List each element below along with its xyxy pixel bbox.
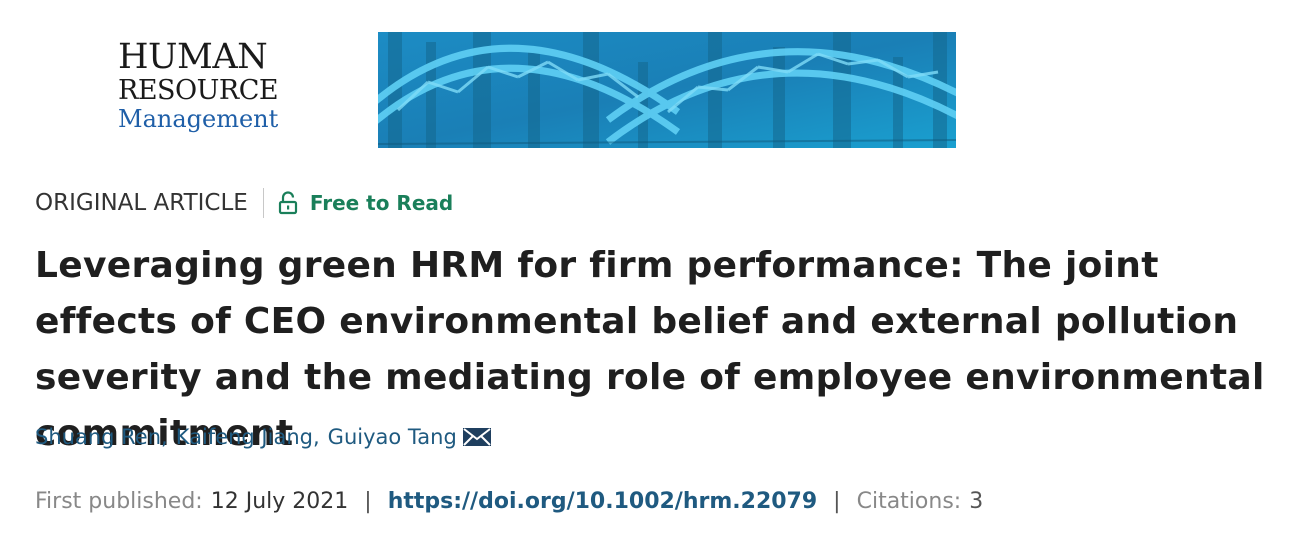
info-divider: | <box>833 489 841 514</box>
free-access-label: Free to Read <box>309 191 454 215</box>
citations-label: Citations: <box>856 489 962 514</box>
first-published-label: First published: <box>35 489 203 514</box>
author-separator: , <box>161 425 168 449</box>
doi-link[interactable]: https://doi.org/10.1002/hrm.22079 <box>388 489 817 514</box>
author-link[interactable]: Shuang Ren <box>35 425 161 449</box>
meta-divider <box>262 188 264 218</box>
journal-logo[interactable]: HUMAN RESOURCE Management <box>118 37 308 133</box>
author-list: Shuang Ren, Kaifeng Jiang, Guiyao Tang <box>35 425 492 449</box>
author-link[interactable]: Kaifeng Jiang <box>176 425 313 449</box>
publication-info-row: First published: 12 July 2021 | https://… <box>35 489 983 514</box>
author-separator: , <box>312 425 320 449</box>
lock-open-icon <box>278 191 298 215</box>
journal-logo-line-management: Management <box>118 105 279 133</box>
article-meta-row: ORIGINAL ARTICLE Free to Read <box>35 186 453 220</box>
journal-cover-banner <box>378 32 956 148</box>
free-access-badge: Free to Read <box>278 191 453 215</box>
author-link[interactable]: Guiyao Tang <box>328 425 457 449</box>
envelope-icon[interactable] <box>462 426 492 448</box>
first-published-date: 12 July 2021 <box>210 489 349 514</box>
journal-logo-line-resource: RESOURCE <box>118 75 279 106</box>
info-divider: | <box>364 489 372 514</box>
bridge-banner-image <box>378 32 956 148</box>
article-type-label: ORIGINAL ARTICLE <box>35 190 248 216</box>
journal-logo-line-human: HUMAN <box>118 37 268 77</box>
citations-count: 3 <box>969 489 984 514</box>
